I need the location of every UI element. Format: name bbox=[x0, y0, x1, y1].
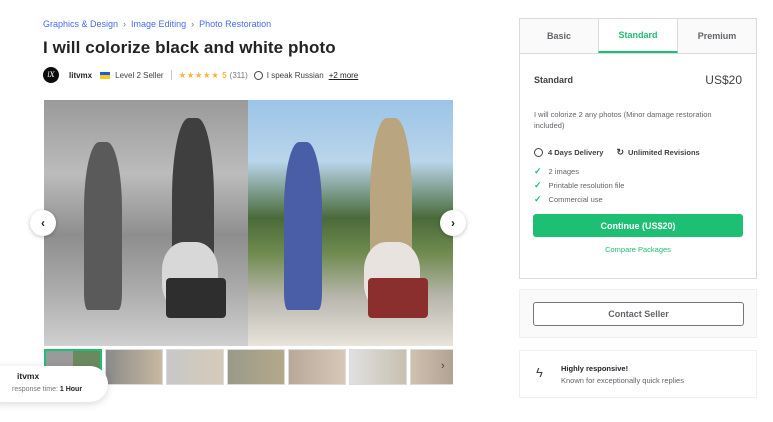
more-languages-link[interactable]: +2 more bbox=[329, 71, 359, 80]
revisions-icon: ↻ bbox=[616, 147, 625, 157]
breadcrumb-photo-restoration[interactable]: Photo Restoration bbox=[199, 19, 271, 29]
seller-language: I speak Russian bbox=[266, 70, 324, 80]
seller-level: Level 2 Seller bbox=[115, 70, 164, 80]
seller-avatar[interactable]: lX bbox=[43, 67, 59, 83]
check-icon: ✓ bbox=[534, 179, 542, 190]
tab-premium[interactable]: Premium bbox=[678, 19, 756, 53]
chevron-right-icon: › bbox=[123, 19, 127, 29]
breadcrumb-image-editing[interactable]: Image Editing bbox=[131, 19, 186, 29]
thumbnails-next-icon[interactable]: › bbox=[441, 360, 445, 372]
check-icon: ✓ bbox=[534, 193, 542, 204]
package-name: Standard bbox=[534, 75, 574, 85]
thumbnail[interactable] bbox=[227, 349, 285, 385]
divider bbox=[170, 70, 172, 80]
check-icon: ✓ bbox=[534, 165, 542, 176]
review-count[interactable]: (311) bbox=[230, 71, 248, 80]
feature-item: ✓ Commercial use bbox=[534, 193, 603, 204]
after-photo bbox=[248, 100, 453, 346]
seller-chip[interactable]: itvmx response time: 1 Hour bbox=[0, 366, 108, 402]
responsive-title: Highly responsive! bbox=[561, 364, 629, 373]
tab-basic[interactable]: Basic bbox=[520, 19, 598, 53]
chevron-right-icon: › bbox=[191, 19, 195, 29]
package-header: Standard US$20 bbox=[520, 73, 756, 87]
package-meta: 4 Days Delivery ↻ Unlimited Revisions bbox=[520, 147, 756, 158]
responsive-card: ϟ Highly responsive! Known for exception… bbox=[519, 350, 757, 398]
thumbnail[interactable] bbox=[410, 349, 453, 385]
thumbnail[interactable] bbox=[166, 349, 224, 385]
seller-name[interactable]: litvmx bbox=[69, 71, 92, 80]
feature-item: ✓ Printable resolution file bbox=[534, 179, 625, 190]
rating-stars-icon: ★★★★★ bbox=[178, 69, 220, 80]
chip-seller-name: itvmx bbox=[17, 371, 40, 381]
gig-title: I will colorize black and white photo bbox=[43, 38, 336, 57]
feature-item: ✓ 2 images bbox=[534, 165, 579, 176]
gallery-next-button[interactable]: › bbox=[440, 210, 466, 236]
delivery-time: 4 Days Delivery bbox=[548, 148, 604, 157]
lightning-icon: ϟ bbox=[536, 365, 543, 380]
breadcrumb-graphics-design[interactable]: Graphics & Design bbox=[43, 19, 118, 29]
thumbnail[interactable] bbox=[288, 349, 346, 385]
tab-standard[interactable]: Standard bbox=[598, 19, 678, 53]
contact-seller-button[interactable]: Contact Seller bbox=[533, 302, 744, 326]
rating-score: 5 bbox=[222, 70, 227, 80]
package-description: I will colorize 2 any photos (Minor dama… bbox=[534, 110, 712, 130]
responsive-subtitle: Known for exceptionally quick replies bbox=[561, 376, 684, 385]
gallery-prev-button[interactable]: ‹ bbox=[30, 210, 56, 236]
breadcrumb: Graphics & Design › Image Editing › Phot… bbox=[43, 19, 271, 29]
package-features: ✓ 2 images ✓ Printable resolution file ✓ Co… bbox=[520, 164, 756, 206]
gig-gallery[interactable] bbox=[44, 100, 453, 346]
thumbnail[interactable] bbox=[349, 349, 407, 385]
compare-packages-link[interactable]: Compare Packages bbox=[520, 245, 756, 254]
seller-overview: lX litvmx Level 2 Seller ★★★★★ 5 (311) I… bbox=[43, 67, 358, 83]
clock-icon bbox=[534, 148, 543, 157]
ukraine-flag-icon bbox=[100, 71, 111, 79]
package-price: US$20 bbox=[705, 73, 742, 87]
chat-bubble-icon bbox=[253, 70, 263, 80]
package-tabs: Basic Standard Premium bbox=[520, 19, 756, 54]
chip-response-time: response time: 1 Hour bbox=[12, 386, 83, 393]
package-card: Basic Standard Premium Standard US$20 I … bbox=[519, 18, 757, 279]
before-photo bbox=[44, 100, 248, 346]
thumbnail[interactable] bbox=[105, 349, 163, 385]
contact-card: Contact Seller bbox=[519, 289, 757, 338]
continue-button[interactable]: Continue (US$20) bbox=[533, 214, 743, 237]
revisions: Unlimited Revisions bbox=[628, 148, 700, 157]
